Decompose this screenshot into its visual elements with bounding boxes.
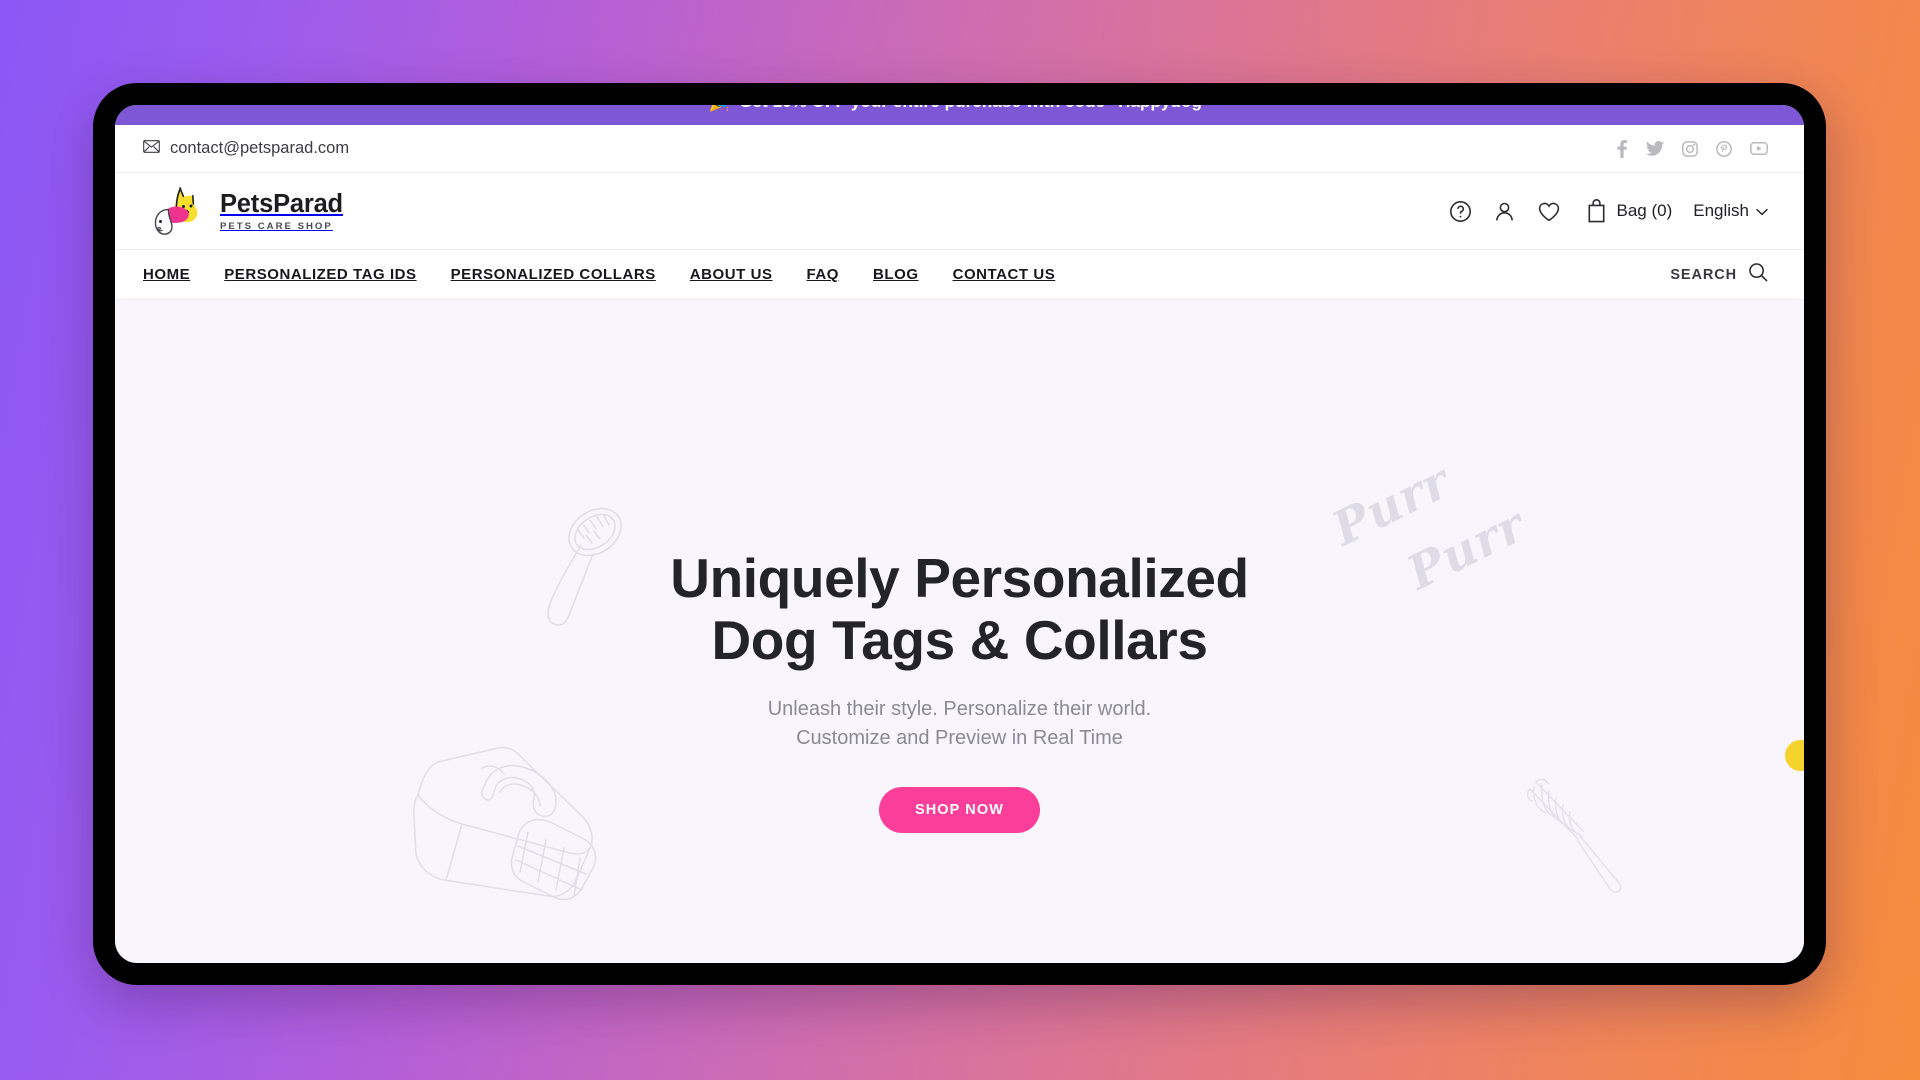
language-selector[interactable]: English	[1693, 201, 1768, 221]
nav-item-personalized-collars[interactable]: PERSONALIZED COLLARS	[451, 266, 656, 283]
purr-text-1: Purr	[1324, 453, 1459, 558]
chevron-down-icon	[1756, 201, 1768, 221]
logo-header-bar: PetsParad PETS CARE SHOP Bag (0) English	[115, 173, 1804, 250]
top-contact-bar: contact@petsparad.com	[115, 125, 1804, 173]
site-logo[interactable]: PetsParad PETS CARE SHOP	[147, 183, 343, 239]
promo-banner[interactable]: 🎉 Get 10% OFF your entire purchase with …	[115, 105, 1804, 125]
bag-button[interactable]: Bag (0)	[1586, 199, 1672, 223]
contact-email-text: contact@petsparad.com	[170, 139, 350, 157]
hero-section: Purr Purr Uniquely Personalized Dog Tags…	[115, 300, 1804, 963]
language-label: English	[1693, 201, 1749, 220]
help-circle-icon[interactable]	[1449, 200, 1472, 223]
instagram-icon[interactable]	[1682, 140, 1698, 157]
hero-content: Uniquely Personalized Dog Tags & Collars…	[115, 547, 1804, 833]
shopping-bag-icon	[1586, 199, 1607, 223]
logo-name: PetsParad	[220, 189, 343, 218]
social-links	[1616, 139, 1768, 158]
nav-item-personalized-tag-ids[interactable]: PERSONALIZED TAG IDS	[224, 266, 416, 283]
youtube-icon[interactable]	[1750, 142, 1768, 155]
shop-now-button[interactable]: SHOP NOW	[878, 786, 1041, 833]
search-label: SEARCH	[1670, 266, 1737, 283]
hero-subtitle-line-1: Unleash their style. Personalize their w…	[767, 698, 1152, 721]
nav-item-about-us[interactable]: ABOUT US	[690, 266, 773, 283]
nav-item-contact-us[interactable]: CONTACT US	[953, 266, 1056, 283]
party-popper-icon: 🎉	[709, 105, 730, 111]
bag-label: Bag (0)	[1616, 201, 1673, 220]
header-actions: Bag (0) English	[1449, 199, 1768, 223]
search-icon	[1748, 262, 1768, 287]
pinterest-icon[interactable]	[1716, 140, 1732, 157]
petsparad-logo-icon	[147, 183, 211, 239]
search-button[interactable]: SEARCH	[1670, 262, 1768, 287]
logo-tagline: PETS CARE SHOP	[220, 221, 333, 233]
nav-item-home[interactable]: HOME	[143, 266, 190, 283]
nav-item-faq[interactable]: FAQ	[807, 266, 840, 283]
main-navigation: HOME PERSONALIZED TAG IDS PERSONALIZED C…	[115, 250, 1804, 300]
facebook-icon[interactable]	[1616, 139, 1628, 158]
nav-item-blog[interactable]: BLOG	[873, 266, 919, 283]
hero-title-line-1: Uniquely Personalized	[670, 547, 1249, 609]
user-icon[interactable]	[1493, 200, 1516, 223]
hero-subtitle-line-2: Customize and Preview in Real Time	[796, 726, 1123, 749]
promo-banner-text: Get 10% OFF your entire purchase with co…	[739, 105, 1210, 112]
hero-title: Uniquely Personalized Dog Tags & Collars	[115, 547, 1804, 671]
hero-title-line-2: Dog Tags & Collars	[711, 608, 1208, 671]
hero-subtitle: Unleash their style. Personalize their w…	[115, 695, 1804, 752]
browser-screen: 🎉 Get 10% OFF your entire purchase with …	[115, 105, 1804, 963]
nav-item-list: HOME PERSONALIZED TAG IDS PERSONALIZED C…	[143, 266, 1055, 283]
mail-icon	[143, 139, 160, 158]
contact-email[interactable]: contact@petsparad.com	[143, 139, 349, 158]
device-frame: 🎉 Get 10% OFF your entire purchase with …	[93, 83, 1826, 985]
twitter-icon[interactable]	[1646, 141, 1664, 156]
heart-icon[interactable]	[1537, 200, 1561, 223]
